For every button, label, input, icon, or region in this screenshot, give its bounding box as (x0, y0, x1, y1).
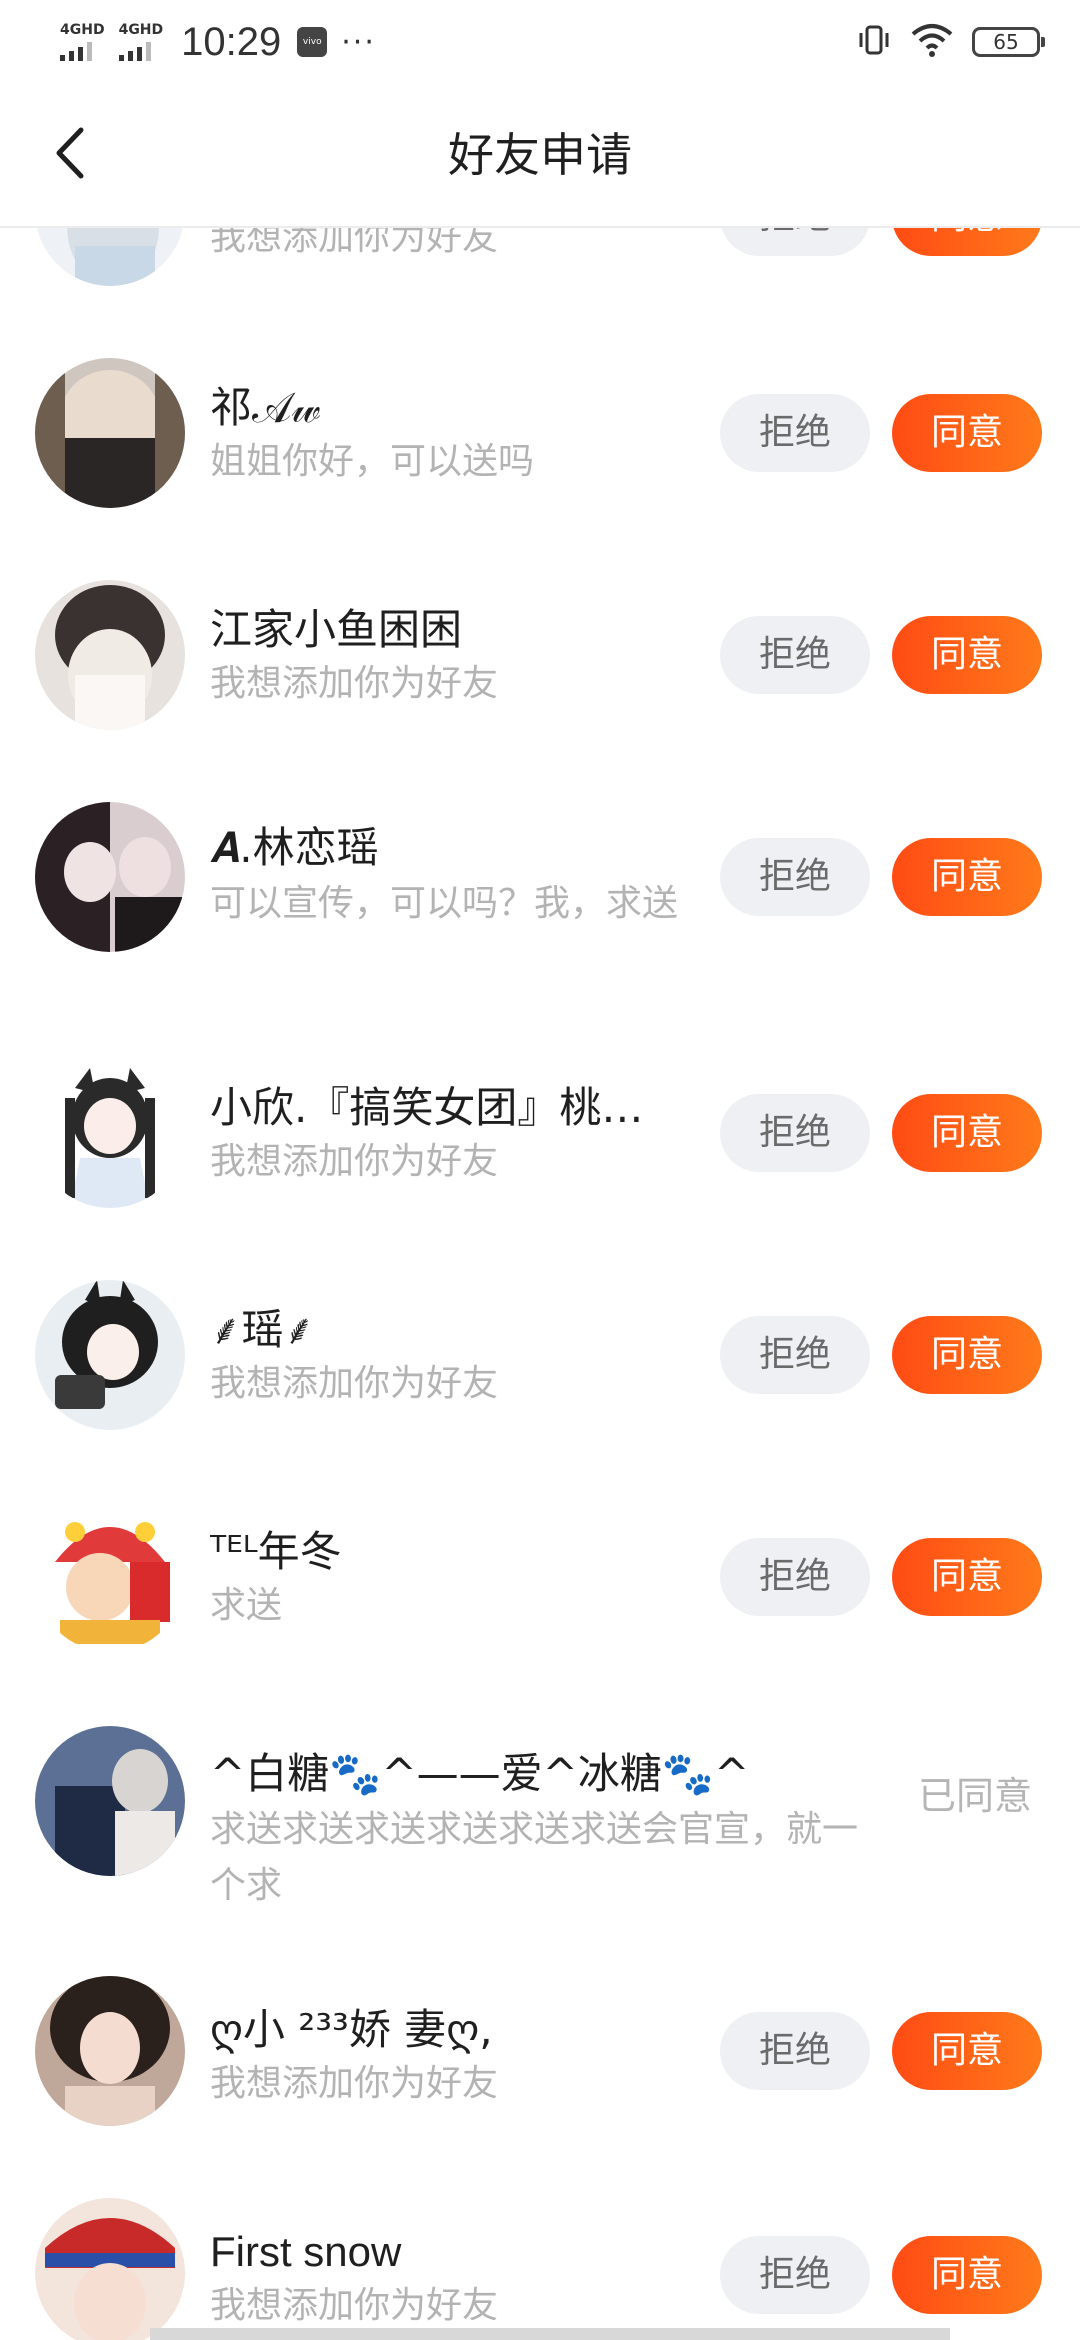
avatar[interactable] (35, 1280, 185, 1430)
clock: 10:29 (181, 19, 282, 64)
accept-button[interactable]: 同意 (892, 1538, 1042, 1616)
reject-button[interactable]: 拒绝 (720, 1538, 870, 1616)
home-indicator[interactable] (150, 2328, 950, 2340)
list-item[interactable]: First snow 我想添加你为好友 拒绝 同意 (0, 2188, 1080, 2340)
friend-request-list[interactable]: 我想添加你为好友 拒绝 同意 祁𝒜𝓌 姐姐你好，可以送吗 拒绝 同意 (0, 0, 1080, 2340)
more-notifications-icon: ··· (341, 24, 376, 60)
requester-name: ^白糖🐾^——爱^冰糖🐾^ (210, 1749, 750, 1798)
header: 好友申请 (0, 84, 1080, 228)
signal-icon: 4GHD (118, 22, 164, 61)
vibrate-icon (856, 22, 892, 62)
reject-button[interactable]: 拒绝 (720, 616, 870, 694)
requester-name: 江家小鱼困困 (210, 605, 463, 654)
accepted-status: 已同意 (918, 1774, 1033, 1818)
request-message: 我想添加你为好友 (210, 2285, 499, 2326)
avatar[interactable] (35, 1058, 185, 1208)
battery-icon: 65 (972, 27, 1045, 57)
request-message: 求送求送求送求送求送求送会官宣，就一个求 (210, 1809, 859, 1906)
request-message: 我想添加你为好友 (210, 2063, 499, 2104)
signal-icon: 4GHD (60, 23, 105, 61)
accept-button[interactable]: 同意 (892, 1316, 1042, 1394)
accept-button[interactable]: 同意 (892, 2012, 1042, 2090)
accept-button[interactable]: 同意 (892, 616, 1042, 694)
network-type-label: 4GHD (60, 22, 105, 38)
request-message: 姐姐你好，可以送吗 (210, 441, 535, 482)
avatar[interactable] (35, 1726, 185, 1876)
requester-name: 𝑨.林恋瑶 (210, 823, 379, 872)
vivo-app-icon: vivo (297, 27, 328, 57)
request-message: 我想添加你为好友 (210, 663, 499, 704)
accept-button[interactable]: 同意 (892, 2236, 1042, 2314)
avatar[interactable] (35, 580, 185, 730)
avatar[interactable] (35, 2198, 185, 2340)
status-bar: 4GHD 4GHD 10:29 vivo ··· 65 (0, 0, 1080, 84)
requester-name: 小欣.『搞笑女团』桃… (210, 1083, 644, 1132)
reject-button[interactable]: 拒绝 (720, 838, 870, 916)
request-message: 我想添加你为好友 (210, 1141, 499, 1182)
reject-button[interactable]: 拒绝 (720, 2236, 870, 2314)
avatar[interactable] (35, 358, 185, 508)
reject-button[interactable]: 拒绝 (720, 394, 870, 472)
avatar[interactable] (35, 802, 185, 952)
reject-button[interactable]: 拒绝 (720, 1094, 870, 1172)
request-message: 求送 (210, 1585, 283, 1626)
requester-name: ღ小 ²³³娇 妻ღ, (210, 2005, 493, 2054)
accept-button[interactable]: 同意 (892, 394, 1042, 472)
list-item[interactable]: 祁𝒜𝓌 姐姐你好，可以送吗 拒绝 同意 (0, 344, 1080, 566)
accept-button[interactable]: 同意 (892, 838, 1042, 916)
list-item[interactable]: 小欣.『搞笑女团』桃… 我想添加你为好友 拒绝 同意 (0, 1044, 1080, 1266)
list-item[interactable]: ღ小 ²³³娇 妻ღ, 我想添加你为好友 拒绝 同意 (0, 1966, 1080, 2188)
requester-name: 祁𝒜𝓌 (210, 383, 321, 432)
page-title: 好友申请 (448, 128, 632, 182)
network-type-label: 4GHD (118, 22, 164, 38)
request-message: 可以宣传，可以吗？我，求送 (210, 883, 679, 924)
list-item[interactable]: ⸙瑶⸙ 我想添加你为好友 拒绝 同意 (0, 1266, 1080, 1488)
list-item[interactable]: 江家小鱼困困 我想添加你为好友 拒绝 同意 (0, 566, 1080, 788)
wifi-icon (910, 22, 954, 62)
list-item[interactable]: ^白糖🐾^——爱^冰糖🐾^ 求送求送求送求送求送求送会官宣，就一个求 已同意 (0, 1710, 1080, 1932)
requester-name: First snow (210, 2228, 402, 2275)
request-message: 我想添加你为好友 (210, 1363, 499, 1404)
list-item[interactable]: ᵀᴱᴸ年冬 求送 拒绝 同意 (0, 1488, 1080, 1710)
requester-name: ⸙瑶⸙ (210, 1305, 316, 1354)
requester-name: ᵀᴱᴸ年冬 (210, 1527, 342, 1576)
avatar[interactable] (35, 1976, 185, 2126)
reject-button[interactable]: 拒绝 (720, 2012, 870, 2090)
accept-button[interactable]: 同意 (892, 1094, 1042, 1172)
reject-button[interactable]: 拒绝 (720, 1316, 870, 1394)
avatar[interactable] (35, 1502, 185, 1652)
list-item[interactable]: 𝑨.林恋瑶 可以宣传，可以吗？我，求送 拒绝 同意 (0, 788, 1080, 1010)
